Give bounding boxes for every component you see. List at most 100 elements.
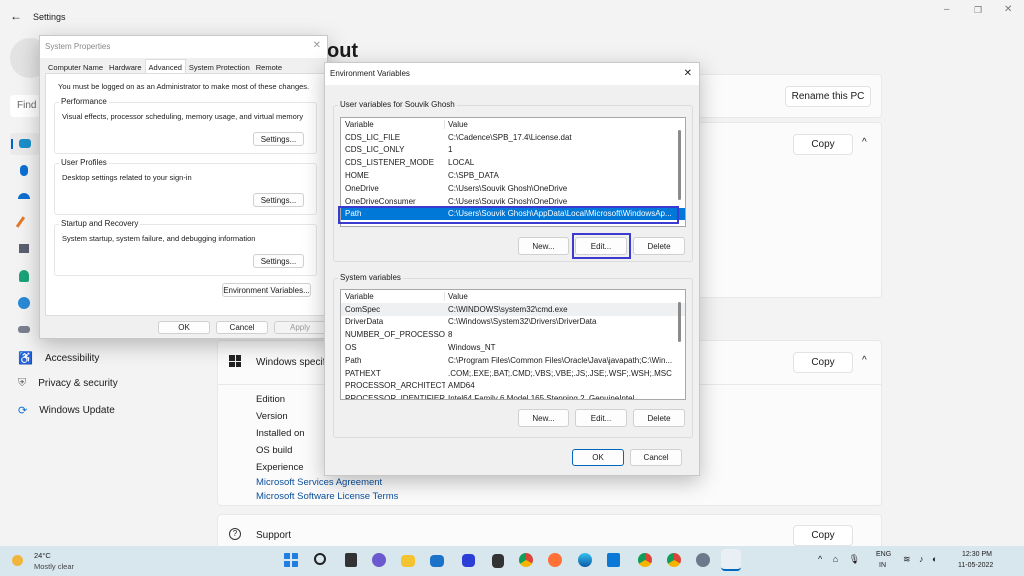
variable-name: OS <box>345 343 357 353</box>
apply-button[interactable]: Apply <box>274 321 326 334</box>
chevron-up-icon[interactable]: ^ <box>862 355 867 366</box>
table-row[interactable]: HOME C:\SPB_DATA <box>341 169 685 182</box>
column-value[interactable]: Value <box>445 292 685 301</box>
table-row[interactable]: OneDrive C:\Users\Souvik Ghosh\OneDrive <box>341 182 685 195</box>
sidebar-item-windows-update[interactable]: ⟳ Windows Update <box>18 404 115 417</box>
tray-lang-2[interactable]: IN <box>879 562 886 569</box>
user-delete-button[interactable]: Delete <box>633 237 685 255</box>
environment-variables-dialog: Environment Variables ✕ User variables f… <box>324 62 700 476</box>
close-icon[interactable]: ✕ <box>684 68 692 79</box>
variable-name: PROCESSOR_IDENTIFIER <box>345 394 445 400</box>
variable-name: PATHEXT <box>345 368 381 378</box>
close-icon[interactable]: ✕ <box>313 40 321 51</box>
table-row[interactable]: PATHEXT .COM;.EXE;.BAT;.CMD;.VBS;.VBE;.JS… <box>341 367 685 380</box>
system-edit-button[interactable]: Edit... <box>575 409 627 427</box>
system-delete-button[interactable]: Delete <box>633 409 685 427</box>
cancel-button[interactable]: Cancel <box>216 321 268 334</box>
table-row[interactable]: PROCESSOR_IDENTIFIER Intel64 Family 6 Mod… <box>341 392 685 400</box>
table-row[interactable]: CDS_LISTENER_MODE LOCAL <box>341 156 685 169</box>
table-row[interactable]: NUMBER_OF_PROCESSORS8 <box>341 328 685 341</box>
copy-device-specs-button[interactable]: Copy <box>793 134 853 155</box>
sidebar-item-accessibility[interactable]: ♿ Accessibility <box>18 351 99 365</box>
table-row[interactable]: OS Windows_NT <box>341 341 685 354</box>
variable-value: C:\SPB_DATA <box>448 171 499 181</box>
firefox-icon[interactable] <box>548 553 562 567</box>
vscode-icon[interactable] <box>607 553 620 567</box>
minimize-icon[interactable]: – <box>944 4 950 15</box>
sidebar-item-system-selected[interactable] <box>10 133 40 155</box>
clock-date[interactable]: 11-05-2022 <box>958 562 993 569</box>
weather-temp[interactable]: 24°C <box>34 551 51 560</box>
shield-icon: ⛨ <box>18 377 27 389</box>
cancel-button[interactable]: Cancel <box>630 449 682 466</box>
list-header: Variable Value <box>341 118 685 131</box>
mail-icon[interactable] <box>430 555 444 567</box>
chrome-profile-2-icon[interactable] <box>667 553 681 567</box>
dialog-title: System Properties <box>40 36 327 58</box>
time-language-icon[interactable] <box>18 297 30 309</box>
network-sound-battery-icons[interactable]: ≋ ♪ ◐ <box>903 554 940 565</box>
variable-name: CDS_LISTENER_MODE <box>345 158 434 168</box>
apps-icon[interactable] <box>19 244 29 253</box>
rename-pc-button[interactable]: Rename this PC <box>785 86 871 107</box>
scrollbar[interactable] <box>678 302 681 342</box>
variable-value: Windows_NT <box>448 343 496 353</box>
close-window-icon[interactable]: ✕ <box>1004 4 1012 15</box>
variable-name: HOME <box>345 171 369 181</box>
startup-settings-button[interactable]: Settings... <box>253 254 304 268</box>
clock-time[interactable]: 12:30 PM <box>962 551 992 558</box>
ok-button[interactable]: OK <box>572 449 624 466</box>
back-arrow-icon[interactable]: ← <box>10 9 22 23</box>
performance-settings-button[interactable]: Settings... <box>253 132 304 146</box>
table-row[interactable]: CDS_LIC_ONLY 1 <box>341 144 685 157</box>
chrome-icon[interactable] <box>519 553 533 567</box>
weather-desc[interactable]: Mostly clear <box>34 562 74 571</box>
system-variables-list[interactable]: Variable Value ComSpec C:\WINDOWS\system32… <box>340 289 686 400</box>
column-variable[interactable]: Variable <box>341 291 445 301</box>
chrome-profile-icon[interactable] <box>638 553 652 567</box>
table-row[interactable]: Path C:\Program Files\Common Files\Oracle… <box>341 354 685 367</box>
spec-experience: Experience <box>256 462 304 473</box>
copy-windows-specs-button[interactable]: Copy <box>793 352 853 373</box>
group-label: Startup and Recovery <box>59 219 141 228</box>
start-icon[interactable] <box>284 553 298 567</box>
table-row[interactable]: DriverData C:\Windows\System32\Drivers\Dr… <box>341 316 685 329</box>
column-value[interactable]: Value <box>445 120 685 129</box>
system-properties-taskbar-icon[interactable] <box>721 549 741 571</box>
wifi-icon[interactable] <box>18 193 30 199</box>
column-variable[interactable]: Variable <box>341 119 445 129</box>
update-icon: ⟳ <box>18 405 28 417</box>
settings-gear-icon[interactable] <box>696 553 710 567</box>
tray-lang-1[interactable]: ENG <box>876 551 891 558</box>
environment-variables-button[interactable]: Environment Variables... <box>222 283 311 297</box>
search-icon[interactable] <box>314 553 326 565</box>
bluetooth-icon[interactable] <box>20 165 28 176</box>
copy-support-button[interactable]: Copy <box>793 525 853 546</box>
file-explorer-icon[interactable] <box>401 555 415 567</box>
app-icon[interactable] <box>462 554 475 567</box>
table-row[interactable]: PROCESSOR_ARCHITECTU...AMD64 <box>341 380 685 393</box>
admin-note: You must be logged on as an Administrato… <box>58 82 310 91</box>
accounts-icon[interactable] <box>19 270 29 282</box>
license-terms-link[interactable]: Microsoft Software License Terms <box>256 491 398 502</box>
table-row[interactable]: ComSpec C:\WINDOWS\system32\cmd.exe <box>341 302 685 316</box>
task-view-icon[interactable] <box>345 553 357 567</box>
weather-moon-icon <box>12 555 23 566</box>
sidebar-item-privacy[interactable]: ⛨ Privacy & security <box>18 377 118 390</box>
table-row[interactable]: CDS_LIC_FILE C:\Cadence\SPB_17.4\License.… <box>341 131 685 144</box>
personalization-icon[interactable] <box>15 216 26 228</box>
group-desc: Visual effects, processor scheduling, me… <box>62 112 304 121</box>
user-profiles-settings-button[interactable]: Settings... <box>253 193 304 207</box>
system-new-button[interactable]: New... <box>518 409 569 427</box>
gaming-icon[interactable] <box>18 326 30 333</box>
maximize-icon[interactable]: ❐ <box>974 5 982 16</box>
scrollbar[interactable] <box>678 130 681 200</box>
user-new-button[interactable]: New... <box>518 237 569 255</box>
chevron-up-icon[interactable]: ^ <box>862 137 867 148</box>
services-agreement-link[interactable]: Microsoft Services Agreement <box>256 477 382 488</box>
tray-icons[interactable]: ^ ⌂ 🎙 <box>818 554 864 565</box>
chat-icon[interactable] <box>372 553 386 567</box>
edge-icon[interactable] <box>578 553 592 567</box>
app-notification-icon[interactable] <box>492 554 504 568</box>
ok-button[interactable]: OK <box>158 321 210 334</box>
